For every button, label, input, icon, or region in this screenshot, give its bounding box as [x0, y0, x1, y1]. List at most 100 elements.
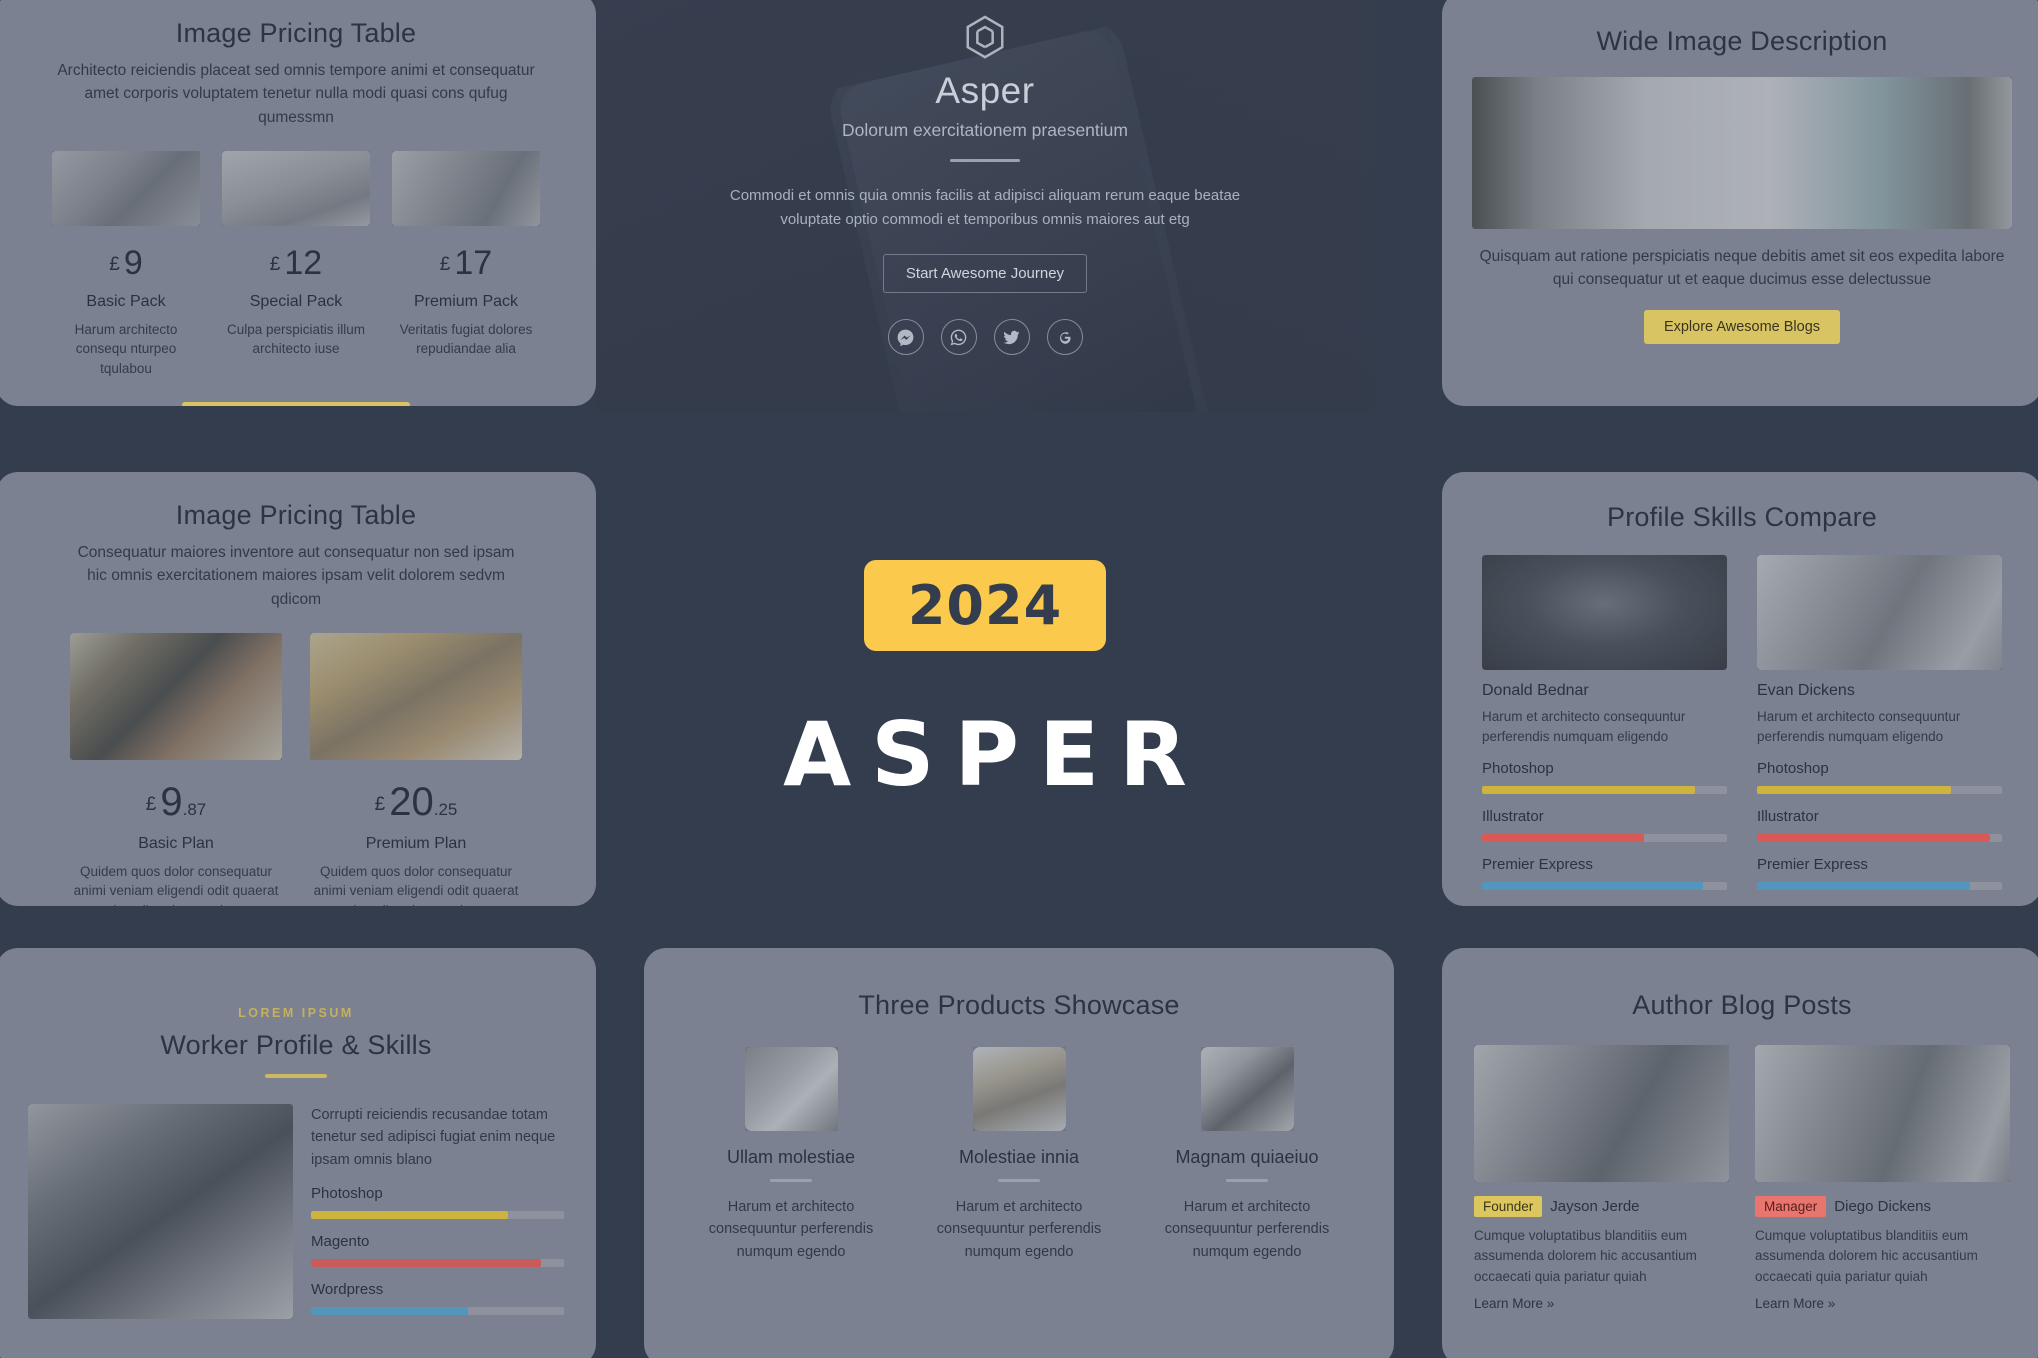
price-amount: 20: [389, 779, 434, 824]
social-links: [596, 319, 1374, 355]
product-image: [972, 1047, 1066, 1131]
profile-name: Donald Bednar: [1482, 682, 1589, 699]
product-name: Molestiae innia: [958, 1147, 1080, 1167]
explore-blogs-button[interactable]: Explore Awesome Blogs: [1643, 309, 1841, 344]
product-divider: [1226, 1179, 1268, 1182]
price-decimals: .25: [433, 799, 458, 819]
worker-desc: Corrupti reiciendis recusandae totam ten…: [311, 1107, 556, 1168]
panel-wide-image-description: Wide Image Description Quisquam aut rati…: [1442, 0, 2038, 406]
skill-label: Premier Express: [1482, 856, 1593, 874]
pricing-mid-subtitle: Consequatur maiores inventore aut conseq…: [77, 544, 515, 608]
brand-block: 2024 ASPER: [596, 448, 1374, 918]
pricing-image: [310, 632, 522, 760]
skill-bar-fill: [311, 1307, 468, 1316]
product-desc: Harum et architecto consequuntur perfere…: [708, 1199, 874, 1260]
pricing-image: [392, 150, 540, 226]
product-name: Ullam molestiae: [726, 1147, 856, 1167]
poster-canvas: Image Pricing Table Architecto reiciendi…: [0, 0, 2038, 1358]
pricing-card[interactable]: £9.87 Basic Plan Quidem quos dolor conse…: [70, 632, 282, 906]
currency-symbol: £: [269, 254, 281, 276]
google-icon[interactable]: [1046, 319, 1083, 355]
skill-bar-fill: [311, 1259, 542, 1268]
pricing-top-subtitle: Architecto reiciendis placeat sed omnis …: [57, 62, 535, 126]
currency-symbol: £: [374, 793, 386, 815]
skill-bar-fill: [1757, 882, 1971, 891]
blog-post[interactable]: Founder Jayson Jerde Cumque voluptatibus…: [1474, 1045, 1729, 1313]
hero-section: Asper Dolorum exercitationem praesentium…: [596, 0, 1374, 412]
pricing-image: [222, 150, 370, 226]
learn-more-link[interactable]: Learn More »: [1474, 1296, 1554, 1311]
panel-three-products-showcase: Three Products Showcase Ullam molestiae …: [644, 948, 1394, 1358]
panel-image-pricing-table-top: Image Pricing Table Architecto reiciendi…: [0, 0, 596, 406]
profile-photo: [1757, 555, 2002, 670]
skill-bar: [311, 1307, 564, 1316]
hexagon-logo-icon: [966, 15, 1004, 59]
wide-image-caption: Quisquam aut ratione perspiciatis neque …: [1479, 248, 2005, 289]
compare-packages-button[interactable]: Compare Between Packages: [182, 402, 410, 406]
currency-symbol: £: [439, 254, 451, 276]
skill-label: Premier Express: [1757, 856, 1868, 874]
product-divider: [770, 1179, 812, 1182]
pricing-image: [70, 632, 282, 760]
price-amount: 12: [284, 243, 323, 282]
skill-bar: [1757, 834, 2002, 843]
worker-photo: [28, 1104, 293, 1319]
blog-photo: [1474, 1045, 1729, 1182]
skill-bar-fill: [1757, 834, 1990, 843]
skill-label: Illustrator: [1757, 808, 1819, 826]
product-image: [1200, 1047, 1294, 1131]
hero-divider: [950, 159, 1020, 162]
author-name: Jayson Jerde: [1550, 1198, 1640, 1215]
skill-label: Wordpress: [311, 1281, 384, 1299]
currency-symbol: £: [109, 254, 120, 276]
profile-card[interactable]: Evan Dickens Harum et architecto consequ…: [1757, 555, 2002, 891]
plan-desc: Quidem quos dolor consequatur animi veni…: [73, 863, 279, 906]
plan-desc: Veritatis fugiat dolores repudiandae ali…: [399, 321, 533, 357]
profile-name: Evan Dickens: [1757, 682, 1855, 699]
start-journey-button[interactable]: Start Awesome Journey: [882, 254, 1088, 293]
skill-bar: [311, 1259, 564, 1268]
whatsapp-icon[interactable]: [940, 319, 977, 355]
product-card[interactable]: Molestiae innia Harum et architecto cons…: [929, 1047, 1109, 1263]
status-badge: Manager: [1755, 1196, 1827, 1217]
skill-bar: [1482, 834, 1727, 843]
product-image: [744, 1047, 838, 1131]
skill-label: Photoshop: [311, 1185, 383, 1203]
wide-image-title: Wide Image Description: [1596, 26, 1888, 56]
panel-author-blog-posts: Author Blog Posts Founder Jayson Jerde C…: [1442, 948, 2038, 1358]
skill-bar: [1757, 882, 2002, 891]
skill-bar-fill: [311, 1211, 509, 1220]
profile-card[interactable]: Donald Bednar Harum et architecto conseq…: [1482, 555, 1727, 891]
product-card[interactable]: Ullam molestiae Harum et architecto cons…: [701, 1047, 881, 1263]
learn-more-link[interactable]: Learn More »: [1755, 1296, 1835, 1311]
blog-desc: Cumque voluptatibus blanditiis eum assum…: [1755, 1228, 1978, 1284]
pricing-card[interactable]: £12 Special Pack Culpa perspiciatis illu…: [222, 150, 370, 379]
panel-image-pricing-table-mid: Image Pricing Table Consequatur maiores …: [0, 472, 596, 906]
messenger-icon[interactable]: [887, 319, 924, 355]
product-divider: [998, 1179, 1040, 1182]
profile-photo: [1482, 555, 1727, 670]
product-desc: Harum et architecto consequuntur perfere…: [936, 1199, 1102, 1260]
skill-label: Photoshop: [1757, 760, 1829, 778]
pricing-image: [52, 150, 200, 226]
brand-name: ASPER: [783, 703, 1207, 806]
pricing-card[interactable]: £9 Basic Pack Harum architecto consequ n…: [52, 150, 200, 379]
product-card[interactable]: Magnam quiaeiuo Harum et architecto cons…: [1157, 1047, 1337, 1263]
hero-title: Asper: [935, 70, 1035, 111]
worker-title: Worker Profile & Skills: [160, 1030, 432, 1060]
price-amount: 9: [123, 243, 143, 282]
product-desc: Harum et architecto consequuntur perfere…: [1164, 1199, 1330, 1260]
skill-bar-fill: [1482, 834, 1644, 843]
plan-name: Basic Pack: [86, 292, 166, 310]
pricing-card[interactable]: £17 Premium Pack Veritatis fugiat dolore…: [392, 150, 540, 379]
blog-title: Author Blog Posts: [1632, 990, 1852, 1020]
product-name: Magnam quiaeiuo: [1175, 1147, 1319, 1167]
profile-desc: Harum et architecto consequuntur perfere…: [1757, 709, 1961, 744]
plan-desc: Quidem quos dolor consequatur animi veni…: [313, 863, 519, 906]
worker-eyebrow: LOREM IPSUM: [238, 1006, 354, 1020]
pricing-card[interactable]: £20.25 Premium Plan Quidem quos dolor co…: [310, 632, 522, 906]
twitter-icon[interactable]: [993, 319, 1030, 355]
wide-image: [1472, 77, 2012, 229]
blog-post[interactable]: Manager Diego Dickens Cumque voluptatibu…: [1755, 1045, 2010, 1313]
panel-profile-skills-compare: Profile Skills Compare Donald Bednar Har…: [1442, 472, 2038, 906]
